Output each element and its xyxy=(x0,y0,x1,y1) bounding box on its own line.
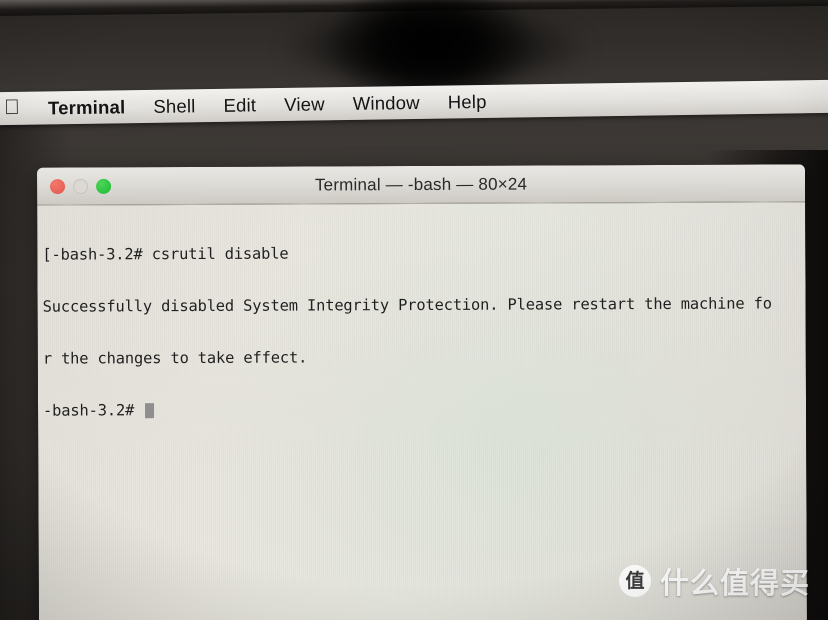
photographed-screen:  Terminal Shell Edit View Window Help T… xyxy=(0,0,828,620)
menu-item-view[interactable]: View xyxy=(270,93,339,116)
terminal-line-prompt: -bash-3.2# xyxy=(43,400,806,421)
traffic-light-buttons xyxy=(50,178,112,194)
minimize-button-icon[interactable] xyxy=(73,178,89,194)
window-title: Terminal — -bash — 80×24 xyxy=(314,174,528,194)
watermark-badge-icon: 值 xyxy=(618,565,651,597)
terminal-output-area[interactable]: [-bash-3.2# csrutil disable Successfully… xyxy=(37,202,808,620)
close-button-icon[interactable] xyxy=(50,178,66,194)
terminal-line: r the changes to take effect. xyxy=(42,348,308,368)
terminal-prompt-text: -bash-3.2# xyxy=(43,401,144,421)
terminal-text: [-bash-3.2# csrutil disable Successfully… xyxy=(37,208,806,455)
apple-logo-icon[interactable]:  xyxy=(4,96,26,119)
watermark: 值 什么值得买 xyxy=(618,560,810,602)
terminal-line: Successfully disabled System Integrity P… xyxy=(42,294,772,316)
menu-item-edit[interactable]: Edit xyxy=(209,94,270,117)
terminal-line: [-bash-3.2# csrutil disable xyxy=(42,244,289,264)
menu-item-terminal[interactable]: Terminal xyxy=(40,96,140,119)
terminal-window[interactable]: Terminal — -bash — 80×24 [-bash-3.2# csr… xyxy=(36,164,808,620)
menu-item-shell[interactable]: Shell xyxy=(139,95,209,118)
menu-item-help[interactable]: Help xyxy=(434,90,501,113)
watermark-text: 什么值得买 xyxy=(659,566,810,600)
zoom-button-icon[interactable] xyxy=(96,178,112,194)
menu-item-window[interactable]: Window xyxy=(339,91,434,114)
menu-bar-items:  Terminal Shell Edit View Window Help xyxy=(4,90,501,119)
window-title-bar[interactable]: Terminal — -bash — 80×24 xyxy=(36,164,806,206)
terminal-cursor xyxy=(145,403,155,419)
